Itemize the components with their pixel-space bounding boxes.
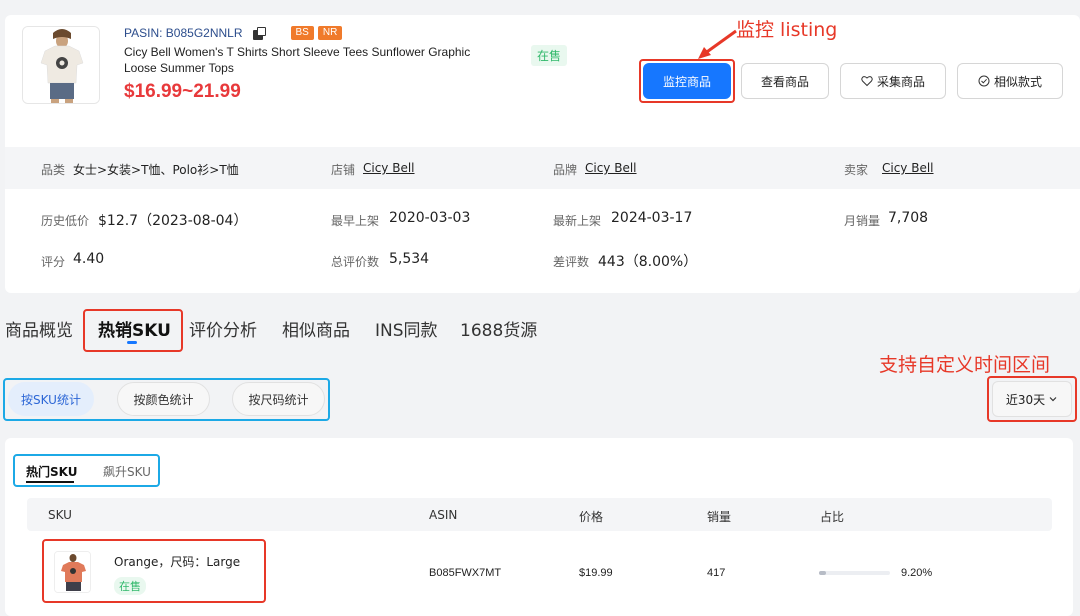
- annotation-arrow-icon: [698, 29, 737, 59]
- sku-asin[interactable]: B085FWX7MT: [429, 567, 501, 579]
- header-share[interactable]: 占比: [820, 508, 844, 525]
- tab-overview[interactable]: 商品概览: [5, 316, 73, 341]
- annotation-monitor: 监控 listing: [736, 19, 838, 41]
- hot-sku-highlight: [83, 309, 183, 352]
- segment-by-sku[interactable]: 按SKU统计: [8, 382, 94, 416]
- heart-icon: [861, 76, 873, 87]
- subtab-hot-sku[interactable]: 热门SKU: [26, 463, 77, 480]
- collect-product-label: 采集商品: [876, 74, 925, 89]
- bad-reviews-label: 差评数: [553, 255, 590, 269]
- share-bar: [819, 571, 890, 575]
- subtab-active-indicator: [26, 481, 74, 483]
- monthly-sales-value: 7,708: [888, 210, 929, 226]
- collect-product-button[interactable]: 采集商品: [840, 63, 946, 99]
- category-label: 品类: [41, 163, 66, 177]
- sku-status-badge: 在售: [114, 577, 146, 595]
- similar-style-label: 相似款式: [993, 74, 1042, 89]
- store-label: 店铺: [331, 163, 356, 177]
- header-price: 价格: [579, 510, 604, 524]
- brand-label: 品牌: [553, 163, 578, 177]
- pasin-text[interactable]: PASIN: B085G2NNLR: [124, 26, 243, 40]
- sku-price: $19.99: [579, 567, 613, 579]
- latest-label: 最新上架: [553, 214, 602, 228]
- reviews-label: 总评价数: [331, 255, 380, 269]
- badge-nr: NR: [317, 26, 343, 40]
- tab-ins-same[interactable]: INS同款: [375, 316, 438, 341]
- brand-link[interactable]: Cicy Bell: [585, 161, 637, 175]
- rating-label: 评分: [41, 255, 66, 269]
- earliest-value: 2020-03-03: [389, 210, 471, 226]
- sku-name: Orange，尺码：Large: [114, 555, 241, 569]
- low-price-label: 历史低价: [41, 214, 90, 228]
- badge-bs: BS: [290, 26, 314, 40]
- view-product-button[interactable]: 查看商品: [741, 63, 829, 99]
- latest-value: 2024-03-17: [611, 210, 693, 226]
- sku-sales: 417: [707, 567, 726, 579]
- seller-link[interactable]: Cicy Bell: [882, 161, 934, 175]
- status-badge: 在售: [531, 45, 568, 66]
- similar-style-button[interactable]: 相似款式: [957, 63, 1063, 99]
- product-title[interactable]: Cicy Bell Women's T Shirts Short Sleeve …: [124, 44, 504, 76]
- segment-by-size[interactable]: 按尺码统计: [232, 382, 325, 416]
- table-header: [27, 498, 1052, 531]
- category-value: 女士>女装>T恤、Polo衫>T恤: [73, 163, 239, 177]
- subtab-rising-sku[interactable]: 飙升SKU: [103, 463, 151, 480]
- copy-icon[interactable]: [252, 27, 266, 40]
- seller-label: 卖家: [844, 163, 869, 177]
- check-circle-icon: [978, 75, 990, 87]
- low-price-value: $12.7（2023-08-04）: [98, 213, 248, 229]
- header-asin: ASIN: [429, 508, 458, 522]
- sku-share: 9.20%: [901, 567, 933, 579]
- tab-similar-products[interactable]: 相似商品: [282, 316, 350, 341]
- sku-image[interactable]: [54, 551, 91, 593]
- header-sales[interactable]: 销量: [707, 508, 731, 525]
- monitor-product-button[interactable]: 监控商品: [643, 63, 731, 99]
- chevron-down-icon: [1049, 397, 1057, 402]
- bad-reviews-value: 443（8.00%）: [598, 254, 698, 270]
- segment-by-color[interactable]: 按颜色统计: [117, 382, 210, 416]
- annotation-custom-range: 支持自定义时间区间: [879, 354, 1051, 376]
- date-range-select[interactable]: 近30天: [992, 381, 1072, 417]
- product-image[interactable]: [22, 26, 100, 104]
- date-range-value: 近30天: [1005, 392, 1046, 407]
- monthly-sales-label: 月销量: [844, 214, 881, 228]
- tab-1688-source[interactable]: 1688货源: [460, 316, 537, 341]
- share-bar-fill: [819, 571, 826, 575]
- product-price: $16.99~21.99: [124, 81, 241, 102]
- pasin-row: PASIN: B085G2NNLR BS NR: [124, 25, 343, 41]
- earliest-label: 最早上架: [331, 214, 380, 228]
- rating-value: 4.40: [73, 251, 105, 267]
- tab-review-analysis[interactable]: 评价分析: [189, 316, 257, 341]
- store-link[interactable]: Cicy Bell: [363, 161, 415, 175]
- reviews-value: 5,534: [389, 251, 430, 267]
- header-sku: SKU: [48, 508, 72, 522]
